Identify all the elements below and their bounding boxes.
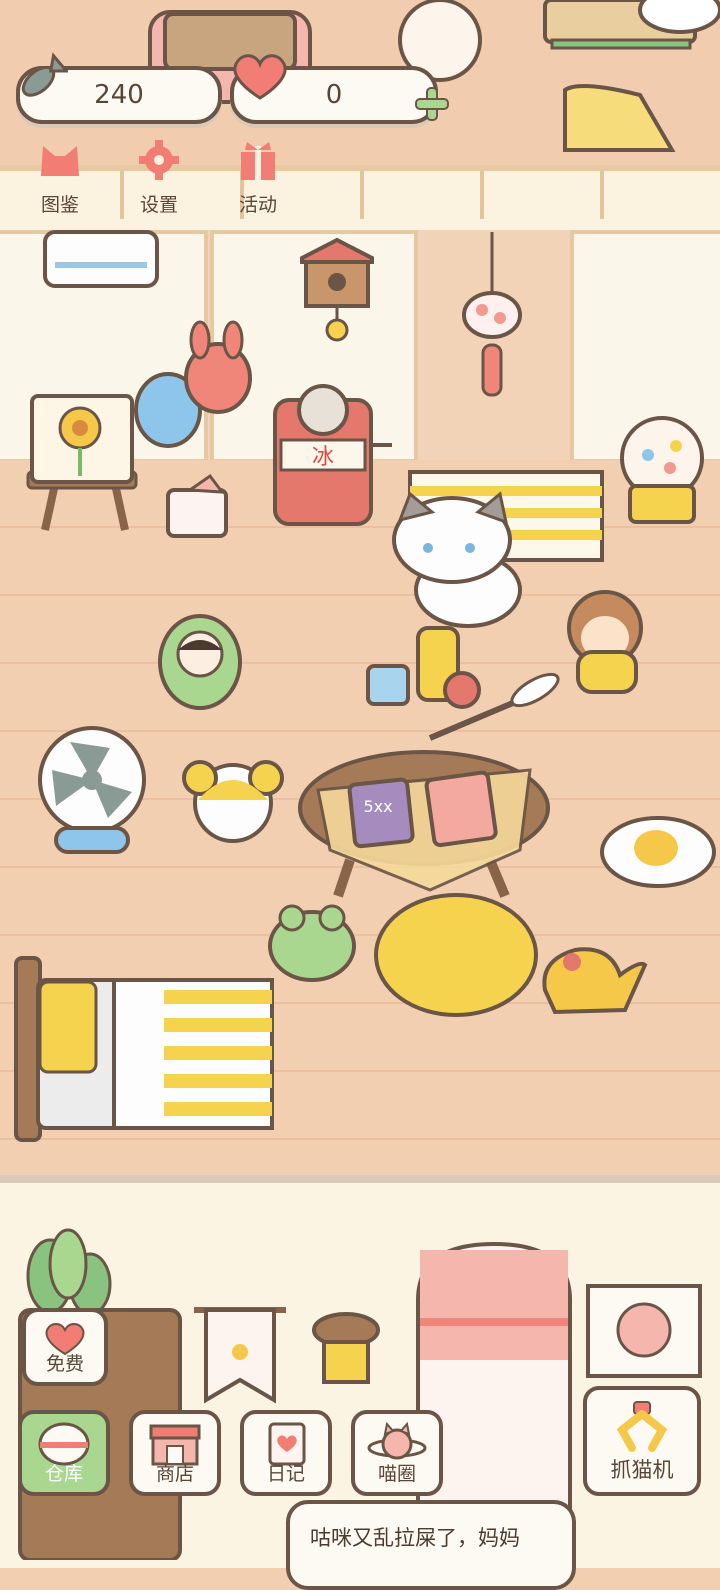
settings-label: 设置 [139, 194, 178, 216]
free-heart-button[interactable]: 免费 [22, 1308, 108, 1386]
room-furniture: 冰 5xx [14, 0, 720, 1560]
shop-button[interactable]: 商店 [129, 1410, 221, 1496]
cat-poster[interactable] [586, 1284, 702, 1378]
claw-machine-button[interactable]: 抓猫机 [583, 1386, 701, 1496]
frog-toy[interactable] [268, 904, 356, 982]
speech-bubble[interactable]: 咕咪又乱拉屎了，妈妈 [286, 1500, 576, 1590]
cuckoo-clock[interactable] [300, 237, 374, 264]
book-label: 5xx [363, 797, 392, 816]
add-hearts-button[interactable] [412, 84, 452, 124]
warehouse-label: 仓库 [44, 1463, 83, 1485]
shaved-ice-machine[interactable]: 冰 [273, 384, 392, 526]
bean-bag[interactable] [374, 893, 538, 1017]
paw-pennant[interactable] [194, 1307, 286, 1404]
collection-button[interactable]: 图鉴 [18, 140, 102, 218]
claw-icon [616, 1401, 668, 1452]
toy-blocks[interactable] [366, 626, 481, 709]
shaved-ice-sign-text: 冰 [312, 445, 334, 470]
monkey-toy[interactable] [567, 590, 643, 694]
bed[interactable] [14, 956, 274, 1142]
potted-plant[interactable] [26, 1228, 112, 1316]
sunflower-easel[interactable] [26, 394, 138, 531]
electric-fan[interactable] [38, 726, 146, 854]
cat-head-icon [41, 146, 79, 176]
gumball-machine[interactable] [620, 416, 704, 524]
heart-icon [233, 54, 287, 100]
gear-icon [139, 140, 179, 180]
air-conditioner[interactable] [43, 230, 159, 288]
alarm-clock[interactable] [182, 760, 284, 843]
events-button[interactable]: 活动 [216, 140, 300, 218]
cat-circle-label: 喵圈 [377, 1463, 416, 1485]
collection-label: 图鉴 [40, 194, 79, 216]
claw-machine-label: 抓猫机 [610, 1458, 674, 1482]
events-label: 活动 [238, 194, 277, 216]
plus-icon [415, 87, 449, 121]
watermelon-doll[interactable] [158, 614, 242, 710]
fish-icon [21, 52, 68, 97]
gift-icon [241, 142, 275, 180]
shop-label: 商店 [155, 1463, 194, 1485]
dragon-duck-toy[interactable] [542, 947, 648, 1015]
ragdoll-cat[interactable] [392, 491, 522, 628]
lantern[interactable] [312, 1312, 380, 1384]
elephant-slide[interactable] [563, 84, 676, 152]
diary-button[interactable]: 日记 [240, 1410, 332, 1496]
settings-button[interactable]: 设置 [117, 140, 201, 218]
diary-label: 日记 [266, 1463, 305, 1485]
warehouse-button[interactable]: 仓库 [18, 1410, 110, 1496]
cat-circle-button[interactable]: 喵圈 [351, 1410, 443, 1496]
free-label: 免费 [45, 1353, 84, 1375]
round-table[interactable]: 5xx [298, 750, 550, 898]
speech-bubble-text: 咕咪又乱拉屎了，妈妈 [310, 1526, 520, 1550]
balloon-bouquet[interactable] [134, 320, 252, 538]
white-bird[interactable] [638, 0, 720, 34]
